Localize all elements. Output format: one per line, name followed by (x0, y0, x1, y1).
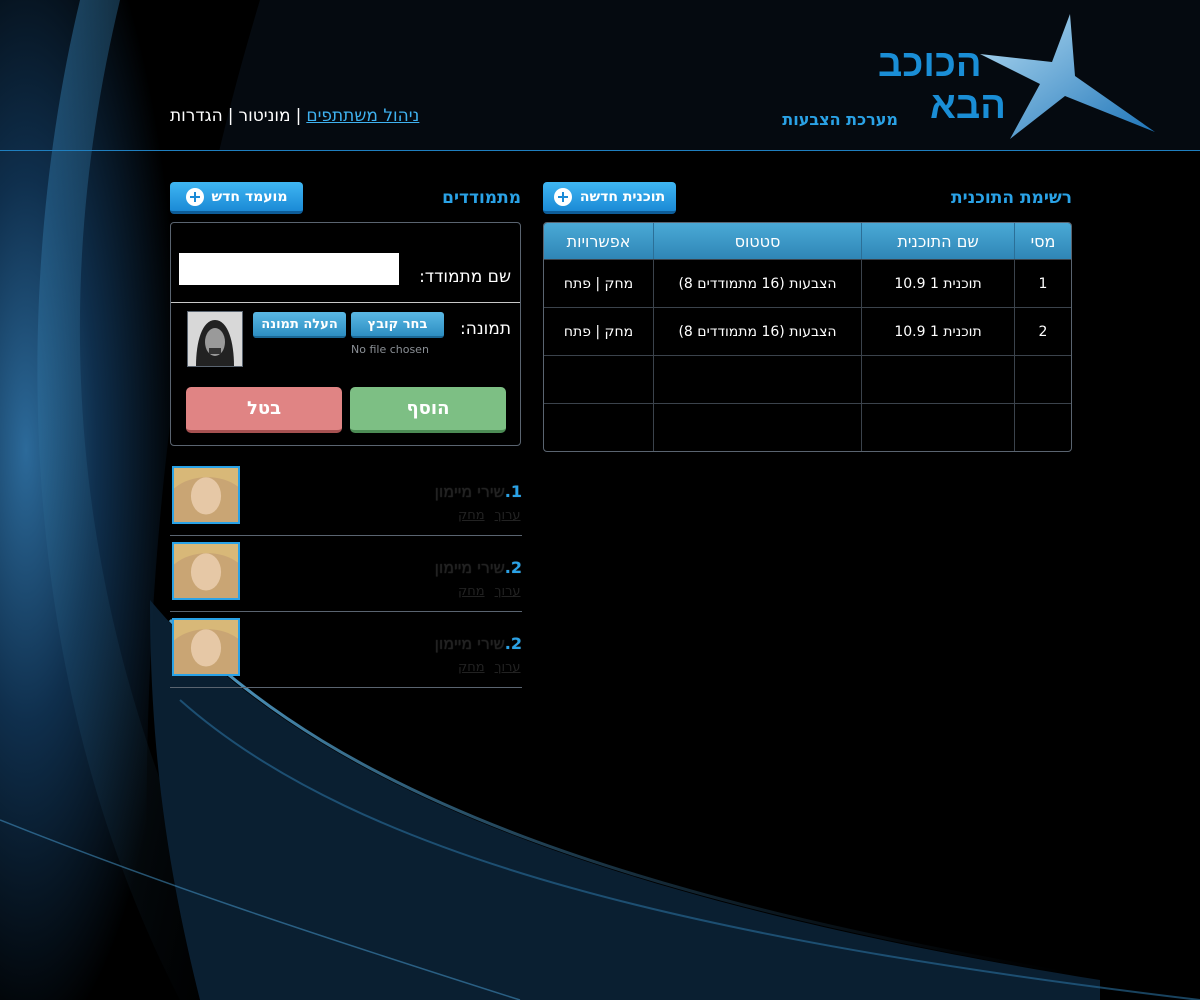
contestant-avatar (172, 466, 240, 524)
star-logo-icon: הכוכב הבא (878, 14, 1155, 139)
row-name: תוכנית 1 10.9 (861, 307, 1014, 355)
row-status: הצבעות (16 מתמודדים 8) (653, 259, 861, 307)
contestant-actions: ערוך מחק (448, 584, 521, 599)
new-contestant-button[interactable]: מועמד חדש (170, 182, 303, 214)
contestant-name-input[interactable] (179, 253, 399, 285)
name-label: שם מתמודד: (419, 267, 511, 287)
edit-link[interactable]: ערוך (495, 584, 521, 599)
col-name: שם התוכנית (861, 223, 1014, 259)
upload-photo-button[interactable]: העלה תמונה (253, 312, 346, 338)
contestant-avatar (172, 618, 240, 676)
table-row: 1 תוכנית 1 10.9 הצבעות (16 מתמודדים 8) מ… (544, 259, 1071, 307)
edit-link[interactable]: ערוך (495, 508, 521, 523)
row-num: 1 (1014, 259, 1071, 307)
no-file-text: No file chosen (351, 343, 429, 356)
add-button[interactable]: הוסף (350, 387, 506, 433)
top-nav: ניהול משתתפים|מוניטור|הגדרות (170, 106, 470, 126)
nav-separator: | (295, 106, 302, 126)
logo-line2: הבא (930, 85, 1006, 127)
contestant-number: 1. (504, 482, 522, 501)
contestant-list: 1.שירי מיימון ערוךמחק 2.שירי מיימון ערוך… (170, 460, 522, 688)
edit-link[interactable]: ערוך (495, 660, 521, 675)
col-options: אפשרויות (544, 223, 653, 259)
new-program-button[interactable]: תוכנית חדשה (543, 182, 676, 214)
row-status: הצבעות (16 מתמודדים 8) (653, 307, 861, 355)
list-item: 1.שירי מיימון ערוך מחק (170, 460, 522, 536)
nav-settings[interactable]: הגדרות (170, 106, 223, 126)
contestant-number: 2. (504, 558, 522, 577)
contestant-name: שירי מיימון (434, 482, 505, 501)
programs-table: מסי שם התוכנית סטטוס אפשרויות 1 תוכנית 1… (543, 222, 1072, 452)
photo-label: תמונה: (460, 319, 511, 339)
programs-title: רשימת התוכנית (950, 188, 1072, 208)
contestant-name: שירי מיימון (434, 634, 505, 653)
logo-line1: הכוכב (878, 43, 982, 85)
contestant-number: 2. (504, 634, 522, 653)
list-item: 2.שירי מיימון ערוך מחק (170, 612, 522, 688)
plus-icon (185, 187, 204, 206)
contestant-actions: ערוך מחק (448, 508, 521, 523)
row-name: תוכנית 1 10.9 (861, 259, 1014, 307)
contestant-name: שירי מיימון (434, 558, 505, 577)
plus-icon (553, 187, 572, 206)
delete-link[interactable]: מחק (458, 508, 485, 523)
new-program-label: תוכנית חדשה (579, 188, 666, 205)
logo: הכוכב הבא (870, 14, 1170, 144)
delete-link[interactable]: מחק (458, 584, 485, 599)
contestant-name-line: 1.שירי מיימון (435, 482, 522, 501)
row-options[interactable]: מחק | פתח (544, 259, 653, 307)
form-divider (171, 302, 520, 303)
photo-preview (187, 311, 243, 367)
nav-manage-participants[interactable]: ניהול משתתפים (306, 106, 419, 126)
contestant-avatar (172, 542, 240, 600)
list-item: 2.שירי מיימון ערוך מחק (170, 536, 522, 612)
table-header-row: מסי שם התוכנית סטטוס אפשרויות (544, 223, 1071, 259)
choose-file-button[interactable]: בחר קובץ (351, 312, 444, 338)
contestant-name-line: 2.שירי מיימון (435, 634, 522, 653)
delete-link[interactable]: מחק (458, 660, 485, 675)
nav-monitor[interactable]: מוניטור (239, 106, 291, 126)
nav-separator: | (227, 106, 234, 126)
cancel-button[interactable]: בטל (186, 387, 342, 433)
col-status: סטטוס (653, 223, 861, 259)
table-row-empty (544, 355, 1071, 403)
row-num: 2 (1014, 307, 1071, 355)
app-subtitle: מערכת הצבעות (782, 110, 898, 129)
table-row-empty (544, 403, 1071, 451)
col-num: מסי (1014, 223, 1071, 259)
contestant-name-line: 2.שירי מיימון (435, 558, 522, 577)
row-options[interactable]: מחק | פתח (544, 307, 653, 355)
contestants-title: מתמודדים (442, 188, 521, 208)
header-divider (0, 150, 1200, 151)
add-contestant-form: שם מתמודד: תמונה: בחר קובץ העלה תמונה No… (170, 222, 521, 446)
new-contestant-label: מועמד חדש (211, 188, 288, 205)
table-row: 2 תוכנית 1 10.9 הצבעות (16 מתמודדים 8) מ… (544, 307, 1071, 355)
contestant-actions: ערוך מחק (448, 660, 521, 675)
